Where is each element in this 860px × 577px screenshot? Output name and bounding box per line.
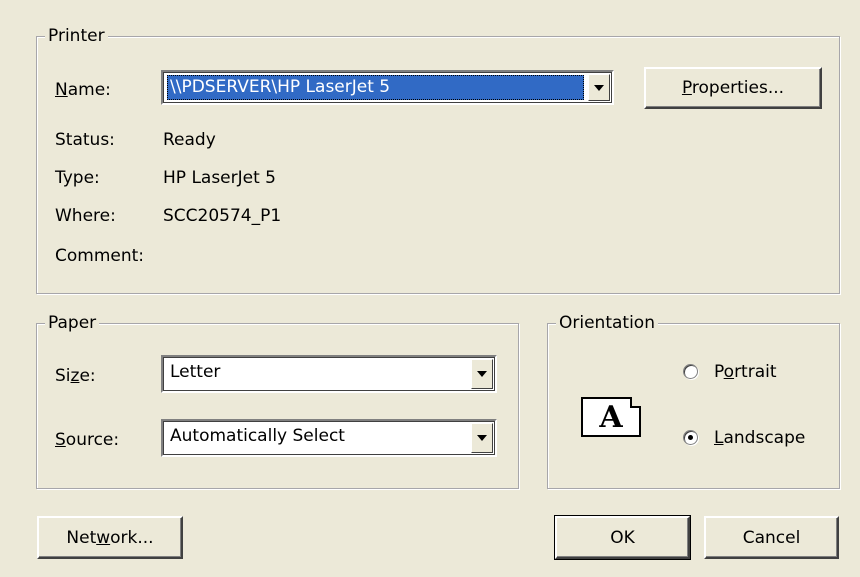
paper-source-dropdown-button[interactable]: [471, 423, 493, 453]
where-value: SCC20574_P1: [163, 206, 282, 226]
chevron-down-icon: [477, 435, 487, 441]
orientation-group-title: Orientation: [556, 312, 658, 334]
printer-name-dropdown-button[interactable]: [588, 74, 610, 101]
printer-name-combobox[interactable]: \\PDSERVER\HP LaserJet 5: [161, 70, 614, 105]
status-value: Ready: [163, 130, 216, 150]
landscape-page-icon: A: [581, 397, 641, 437]
size-label: Size:: [55, 366, 96, 386]
portrait-radio[interactable]: [683, 364, 698, 379]
paper-group: Paper: [36, 312, 519, 489]
network-button[interactable]: Network...: [37, 516, 183, 559]
where-label: Where:: [55, 206, 116, 226]
paper-size-dropdown-button[interactable]: [471, 359, 493, 389]
type-value: HP LaserJet 5: [163, 168, 276, 188]
status-label: Status:: [55, 130, 115, 150]
name-label: Name:: [55, 80, 111, 100]
landscape-radio[interactable]: [683, 430, 698, 445]
properties-button[interactable]: Properties...: [644, 67, 822, 109]
type-label: Type:: [55, 168, 100, 188]
cancel-button[interactable]: Cancel: [704, 516, 839, 559]
source-label: Source:: [55, 430, 120, 450]
printer-group-title: Printer: [45, 25, 108, 47]
ok-button[interactable]: OK: [554, 515, 691, 560]
portrait-label[interactable]: Portrait: [714, 361, 777, 383]
paper-size-value: Letter: [170, 362, 221, 382]
paper-source-combobox[interactable]: Automatically Select: [161, 419, 497, 457]
printer-name-value: \\PDSERVER\HP LaserJet 5: [167, 75, 584, 100]
paper-source-value: Automatically Select: [170, 426, 345, 446]
landscape-label[interactable]: Landscape: [714, 427, 805, 449]
paper-group-title: Paper: [45, 312, 100, 334]
chevron-down-icon: [477, 371, 487, 377]
paper-size-combobox[interactable]: Letter: [161, 355, 497, 393]
comment-label: Comment:: [55, 246, 145, 266]
chevron-down-icon: [594, 84, 604, 91]
radio-selected-dot: [688, 435, 693, 440]
